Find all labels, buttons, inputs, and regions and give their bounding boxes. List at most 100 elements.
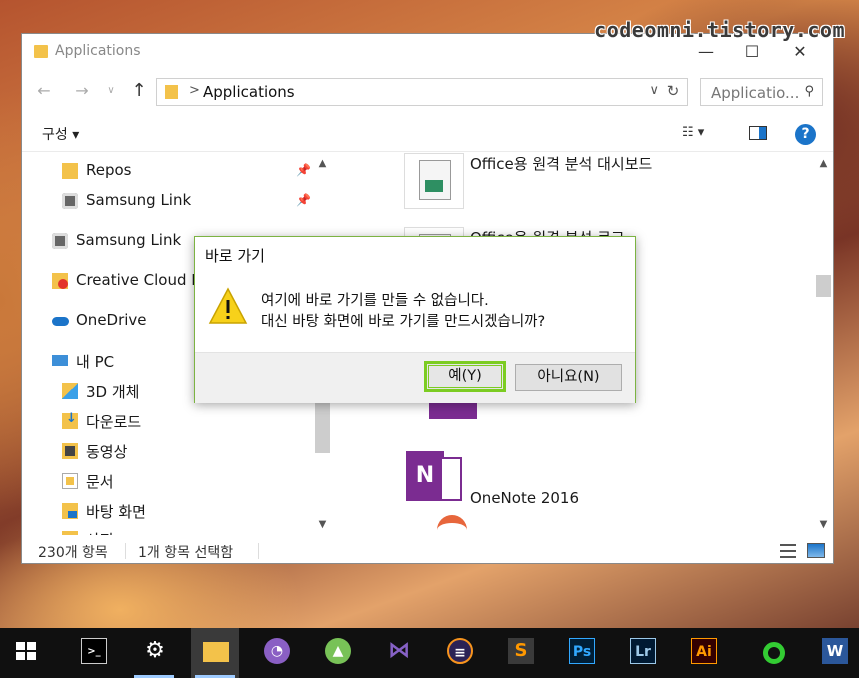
preview-pane-icon[interactable]: [749, 126, 767, 140]
nav-item-label: 내 PC: [76, 353, 115, 371]
folder-icon: [62, 163, 78, 179]
file-label: Office용 원격 분석 대시보드: [470, 155, 653, 173]
taskbar-sublime-text[interactable]: S: [496, 628, 544, 678]
taskbar-settings[interactable]: ⚙: [130, 628, 178, 678]
search-placeholder: Applicatio...: [711, 84, 800, 102]
back-arrow-icon[interactable]: ←: [33, 80, 55, 102]
scroll-down-icon[interactable]: ▼: [314, 516, 331, 533]
shortcut-dialog: 바로 가기 여기에 바로 가기를 만들 수 없습니다. 대신 바탕 화면에 바로…: [194, 236, 636, 403]
dialog-footer: 예(Y) 아니요(N): [195, 352, 635, 403]
pin-icon: 📌: [296, 193, 311, 207]
windows-start-icon: [16, 638, 42, 664]
sublime-text-icon: S: [508, 638, 534, 664]
nav-item-documents[interactable]: 문서: [62, 469, 312, 495]
taskbar-file-explorer[interactable]: [191, 628, 239, 678]
details-view-icon[interactable]: [780, 544, 796, 558]
forward-arrow-icon[interactable]: →: [71, 80, 93, 102]
onedrive-icon: [52, 313, 69, 329]
file-label: OneNote 2016: [470, 489, 579, 507]
word-icon: W: [822, 638, 848, 664]
dialog-message: 여기에 바로 가기를 만들 수 없습니다. 대신 바탕 화면에 바로 가기를 만…: [261, 291, 545, 333]
organize-menu[interactable]: 구성 ▾: [42, 124, 79, 144]
nav-item-videos[interactable]: 동영상: [62, 439, 312, 465]
nav-item-label: 3D 개체: [86, 383, 140, 401]
no-button[interactable]: 아니요(N): [515, 364, 622, 391]
github-icon: ◔: [264, 638, 290, 664]
nav-item-pictures[interactable]: 사진: [62, 527, 312, 535]
search-input[interactable]: Applicatio... ⚲: [700, 78, 823, 106]
nav-item-samsung-link-pinned[interactable]: Samsung Link 📌: [62, 189, 312, 215]
scroll-up-icon[interactable]: ▲: [815, 155, 832, 172]
green-ring-icon: [763, 642, 785, 664]
taskbar: >_ ⚙ ◔ ▲ ⋈ ≡ S Ps Lr Ai W: [0, 628, 859, 678]
android-studio-icon: ▲: [325, 638, 351, 664]
nav-item-label: Samsung Link: [86, 191, 192, 209]
creative-cloud-icon: [52, 273, 68, 289]
refresh-icon[interactable]: ↻: [663, 82, 683, 100]
divider: [258, 543, 259, 559]
address-row: ← → ∨ ↑ > Applications ∨ ↻ Applicatio...…: [22, 74, 833, 108]
chevron-down-icon[interactable]: ∨: [649, 83, 659, 98]
taskbar-android-studio[interactable]: ▲: [313, 628, 361, 678]
photoshop-icon: Ps: [569, 638, 595, 664]
pictures-icon: [62, 531, 78, 535]
scroll-thumb[interactable]: [816, 275, 831, 297]
yes-button[interactable]: 예(Y): [424, 361, 506, 392]
eclipse-icon: ≡: [447, 638, 473, 664]
taskbar-word[interactable]: W: [810, 628, 858, 678]
content-scrollbar[interactable]: ▲ ▼: [815, 153, 832, 535]
file-item[interactable]: Office용 원격 분석 대시보드: [404, 153, 734, 213]
message-line-2: 대신 바탕 화면에 바로 가기를 만드시겠습니까?: [261, 314, 546, 330]
large-icons-view-icon[interactable]: [807, 543, 825, 558]
nav-item-label: 사진: [86, 529, 114, 535]
file-explorer-icon: [203, 642, 229, 662]
taskbar-illustrator[interactable]: Ai: [679, 628, 727, 678]
nav-item-desktop[interactable]: 바탕 화면: [62, 499, 312, 525]
nav-item-repos[interactable]: Repos 📌: [62, 159, 312, 185]
address-bar[interactable]: > Applications ∨ ↻: [156, 78, 688, 106]
nav-item-label: 동영상: [86, 443, 128, 461]
dialog-title: 바로 가기: [205, 247, 265, 265]
taskbar-lightroom[interactable]: Lr: [618, 628, 666, 678]
breadcrumb-separator: >: [189, 83, 200, 98]
warning-icon: [208, 287, 248, 324]
nav-item-label: 다운로드: [86, 413, 142, 431]
help-icon[interactable]: ?: [795, 124, 816, 145]
taskbar-photoshop[interactable]: Ps: [557, 628, 605, 678]
illustrator-icon: Ai: [691, 638, 717, 664]
spreadsheet-icon: [404, 153, 464, 209]
pc-icon: [52, 355, 68, 366]
change-view-icon[interactable]: ☷ ▾: [682, 125, 722, 143]
window-title: Applications: [55, 43, 141, 59]
up-arrow-icon[interactable]: ↑: [128, 80, 150, 102]
documents-icon: [62, 473, 78, 489]
nav-item-downloads[interactable]: 다운로드: [62, 409, 312, 435]
file-item[interactable]: OneNote 2016: [404, 449, 734, 509]
recent-locations-icon[interactable]: ∨: [100, 80, 122, 102]
nav-item-label: 문서: [86, 473, 114, 491]
samsung-link-icon: [62, 193, 78, 209]
breadcrumb-applications[interactable]: Applications: [203, 83, 295, 101]
start-button[interactable]: [4, 628, 52, 678]
taskbar-green-app[interactable]: [749, 628, 797, 678]
item-count: 230개 항목: [38, 545, 108, 561]
nav-item-label: Repos: [86, 161, 132, 179]
scroll-up-icon[interactable]: ▲: [314, 155, 331, 172]
onenote-icon: [404, 449, 464, 505]
visual-studio-icon: ⋈: [388, 638, 410, 663]
downloads-icon: [62, 411, 78, 429]
taskbar-terminal[interactable]: >_: [69, 628, 117, 678]
status-bar: 230개 항목 1개 항목 선택함: [22, 536, 833, 564]
settings-gear-icon: ⚙: [145, 638, 165, 663]
taskbar-github-desktop[interactable]: ◔: [252, 628, 300, 678]
scroll-down-icon[interactable]: ▼: [815, 516, 832, 533]
watermark: codeomni.tistory.com: [594, 18, 845, 42]
selection-count: 1개 항목 선택함: [138, 545, 234, 561]
taskbar-eclipse[interactable]: ≡: [435, 628, 483, 678]
app-icon: [437, 515, 467, 535]
taskbar-visual-studio[interactable]: ⋈: [374, 628, 422, 678]
message-line-1: 여기에 바로 가기를 만들 수 없습니다.: [261, 293, 489, 309]
terminal-icon: >_: [81, 638, 107, 664]
command-bar: 구성 ▾ ☷ ▾ ?: [22, 116, 833, 152]
divider: [125, 543, 126, 559]
